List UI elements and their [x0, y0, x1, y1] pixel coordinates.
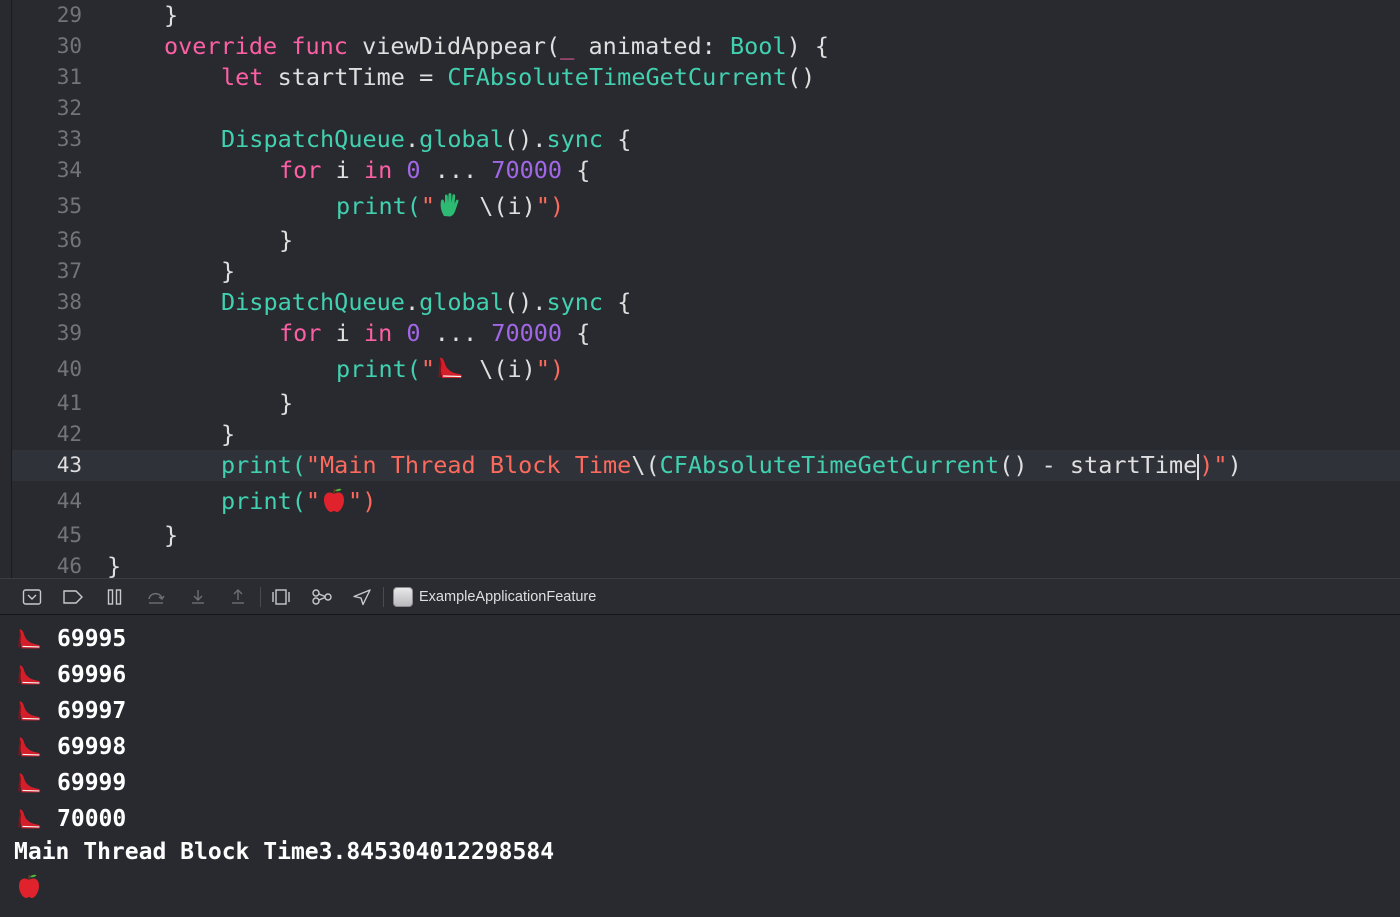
- code-text: for i in 0 ... 70000 {: [279, 319, 591, 347]
- code-text: }: [279, 389, 294, 417]
- code-text: let startTime = CFAbsoluteTimeGetCurrent…: [221, 63, 816, 91]
- code-text: print(" \(i)"): [336, 354, 565, 383]
- code-line[interactable]: 41 }: [0, 388, 1400, 419]
- code-line[interactable]: 37 }: [0, 256, 1400, 287]
- location-icon[interactable]: [351, 586, 373, 608]
- line-number: 34: [56, 158, 82, 182]
- high-heel-icon: [435, 354, 465, 382]
- console-line: [14, 868, 44, 904]
- line-number: 41: [56, 391, 82, 415]
- high-heel-icon: [14, 732, 44, 762]
- console-value: 69997: [57, 698, 127, 724]
- target-name[interactable]: ExampleApplicationFeature: [419, 579, 596, 615]
- line-number: 30: [56, 34, 82, 58]
- code-line[interactable]: 30 override func viewDidAppear(_ animate…: [0, 31, 1400, 62]
- hide-debug-area-icon[interactable]: [21, 586, 43, 608]
- code-text: }: [221, 257, 236, 285]
- debug-toolbar: ExampleApplicationFeature: [0, 578, 1400, 615]
- line-number: 35: [56, 194, 82, 218]
- code-line[interactable]: 36 }: [0, 225, 1400, 256]
- toolbar-divider: [383, 587, 384, 607]
- code-editor[interactable]: 29 } 30 override func viewDidAppear(_ an…: [0, 0, 1400, 578]
- code-text: for i in 0 ... 70000 {: [279, 156, 591, 184]
- code-text: }: [107, 552, 122, 578]
- console-line: 69996: [14, 657, 126, 693]
- console-value: 69998: [57, 734, 127, 760]
- code-text: }: [164, 1, 179, 29]
- code-text: DispatchQueue.global().sync {: [221, 288, 632, 316]
- breakpoints-toggle-icon[interactable]: [62, 586, 84, 608]
- code-text: }: [279, 226, 294, 254]
- line-number: 40: [56, 357, 82, 381]
- line-number: 43: [56, 453, 82, 477]
- console-value: 69996: [57, 662, 127, 688]
- line-number: 39: [56, 321, 82, 345]
- code-line[interactable]: 45 }: [0, 520, 1400, 551]
- code-line[interactable]: 38 DispatchQueue.global().sync {: [0, 287, 1400, 318]
- console-line: 69997: [14, 693, 126, 729]
- code-line[interactable]: 42 }: [0, 419, 1400, 450]
- high-heel-icon: [14, 696, 44, 726]
- step-into-icon[interactable]: [187, 586, 209, 608]
- console-main-thread-line: Main Thread Block Time3.845304012298584: [14, 834, 554, 870]
- memory-graph-icon[interactable]: [311, 586, 333, 608]
- code-text: override func viewDidAppear(_ animated: …: [164, 32, 830, 60]
- line-number: 42: [56, 422, 82, 446]
- console-value: 69999: [57, 770, 127, 796]
- code-text: }: [164, 521, 179, 549]
- code-text: }: [221, 420, 236, 448]
- code-line[interactable]: 40 print(" \(i)"): [0, 352, 1400, 386]
- step-over-icon[interactable]: [145, 586, 167, 608]
- code-text: print(" \(i)"): [336, 191, 565, 220]
- app-target-icon[interactable]: [393, 587, 413, 607]
- code-line[interactable]: 39 for i in 0 ... 70000 {: [0, 318, 1400, 349]
- console-line: 69999: [14, 765, 126, 801]
- high-heel-icon: [14, 660, 44, 690]
- console-value: Main Thread Block Time3.845304012298584: [14, 839, 555, 865]
- high-heel-icon: [14, 768, 44, 798]
- code-line[interactable]: 35 print(" \(i)"): [0, 189, 1400, 223]
- line-number: 36: [56, 228, 82, 252]
- code-line[interactable]: 44 print(" "): [0, 484, 1400, 518]
- line-number: 37: [56, 259, 82, 283]
- code-line[interactable]: 31 let startTime = CFAbsoluteTimeGetCurr…: [0, 62, 1400, 93]
- code-line[interactable]: 29 }: [0, 0, 1400, 31]
- line-number: 44: [56, 489, 82, 513]
- line-number: 29: [56, 3, 82, 27]
- console-line: 70000: [14, 801, 126, 837]
- line-number: 45: [56, 523, 82, 547]
- current-code-line[interactable]: 43 print("Main Thread Block Time\(CFAbso…: [12, 450, 1400, 481]
- red-apple-icon: [320, 486, 348, 514]
- code-text: print("Main Thread Block Time\(CFAbsolut…: [221, 451, 1242, 480]
- red-apple-icon: [14, 871, 44, 901]
- console-line: 69998: [14, 729, 126, 765]
- line-number: 32: [56, 96, 82, 120]
- high-heel-icon: [14, 624, 44, 654]
- toolbar-divider: [260, 587, 261, 607]
- line-number: 31: [56, 65, 82, 89]
- high-heel-icon: [14, 804, 44, 834]
- line-number: 33: [56, 127, 82, 151]
- view-debugger-icon[interactable]: [270, 586, 292, 608]
- console-output[interactable]: 69995 69996 69997 69998 69999 70000 Main…: [0, 615, 1400, 917]
- raised-hand-icon: [435, 191, 465, 219]
- code-text: print(" "): [221, 486, 377, 515]
- console-value: 69995: [57, 626, 127, 652]
- line-number: 46: [56, 554, 82, 578]
- line-number: 38: [56, 290, 82, 314]
- console-value: 70000: [57, 806, 127, 832]
- pause-icon[interactable]: [104, 586, 126, 608]
- code-line[interactable]: 46 }: [0, 551, 1400, 578]
- code-line[interactable]: 33 DispatchQueue.global().sync {: [0, 124, 1400, 155]
- console-line: 69995: [14, 621, 126, 657]
- step-out-icon[interactable]: [227, 586, 249, 608]
- code-text: DispatchQueue.global().sync {: [221, 125, 632, 153]
- code-line[interactable]: 32: [0, 93, 1400, 124]
- code-line[interactable]: 34 for i in 0 ... 70000 {: [0, 155, 1400, 186]
